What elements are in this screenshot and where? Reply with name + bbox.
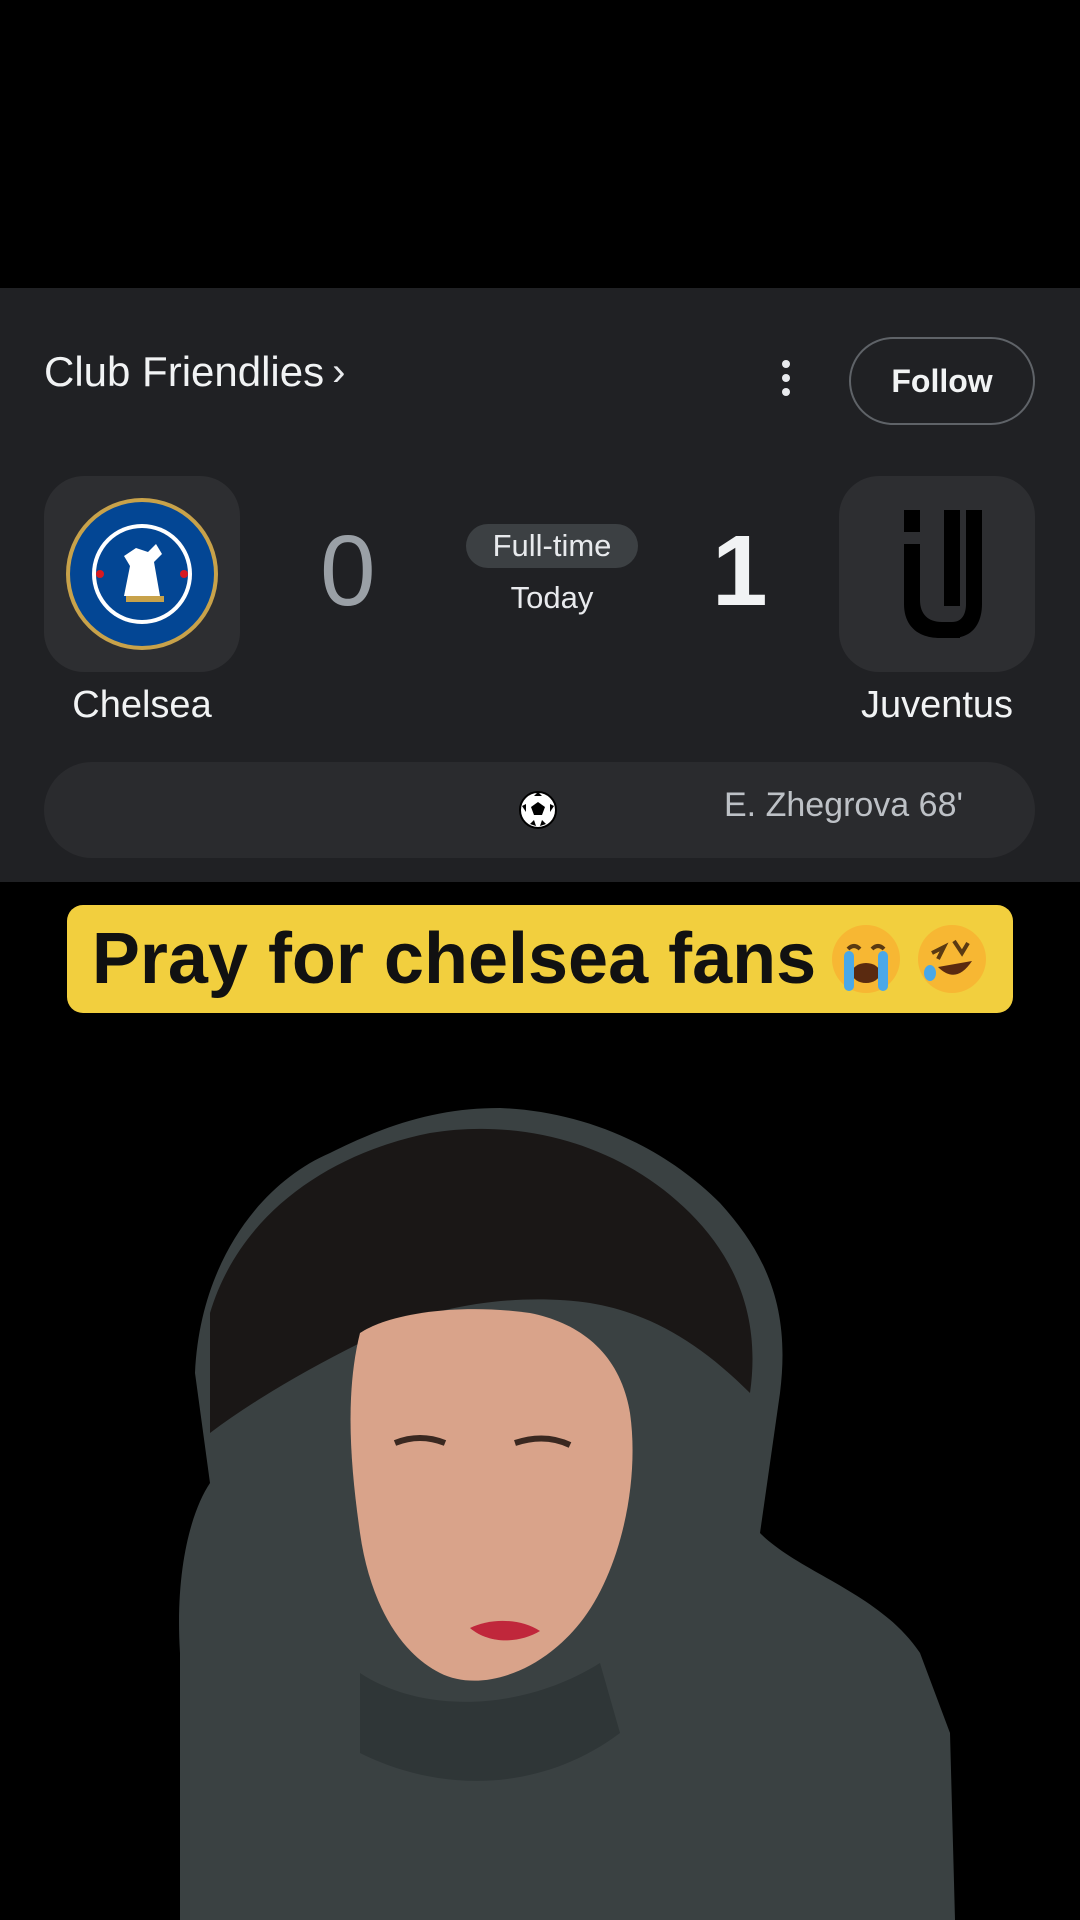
top-black-area: [0, 0, 1080, 288]
soccer-ball-icon: [519, 791, 557, 829]
follow-button[interactable]: Follow: [849, 337, 1035, 425]
league-label: Club Friendlies: [44, 348, 325, 395]
rolling-on-floor-laughing-emoji: [918, 925, 987, 993]
caption-banner: Pray for chelsea fans: [67, 905, 1013, 1013]
chevron-right-icon: ›: [332, 349, 346, 394]
juventus-crest-icon: [904, 510, 982, 638]
match-date: Today: [510, 580, 594, 615]
away-score: 1: [712, 515, 768, 627]
home-team-name[interactable]: Chelsea: [22, 684, 262, 727]
caption-text: Pray for chelsea fans: [91, 919, 817, 999]
chelsea-crest-icon: [66, 498, 218, 650]
home-score: 0: [320, 515, 376, 627]
home-team-crest[interactable]: [44, 476, 240, 672]
away-team-name[interactable]: Juventus: [817, 684, 1057, 727]
person-video-area: [0, 1013, 1080, 1920]
away-team-crest[interactable]: [839, 476, 1035, 672]
match-status-badge: Full-time: [466, 524, 638, 568]
goal-scorer-text: E. Zhegrova 68': [724, 786, 963, 824]
more-options-icon[interactable]: [770, 356, 802, 400]
league-link[interactable]: Club Friendlies ›: [44, 348, 345, 396]
loudly-crying-face-emoji: [832, 925, 901, 993]
person-cutout-image: [179, 1108, 955, 1920]
